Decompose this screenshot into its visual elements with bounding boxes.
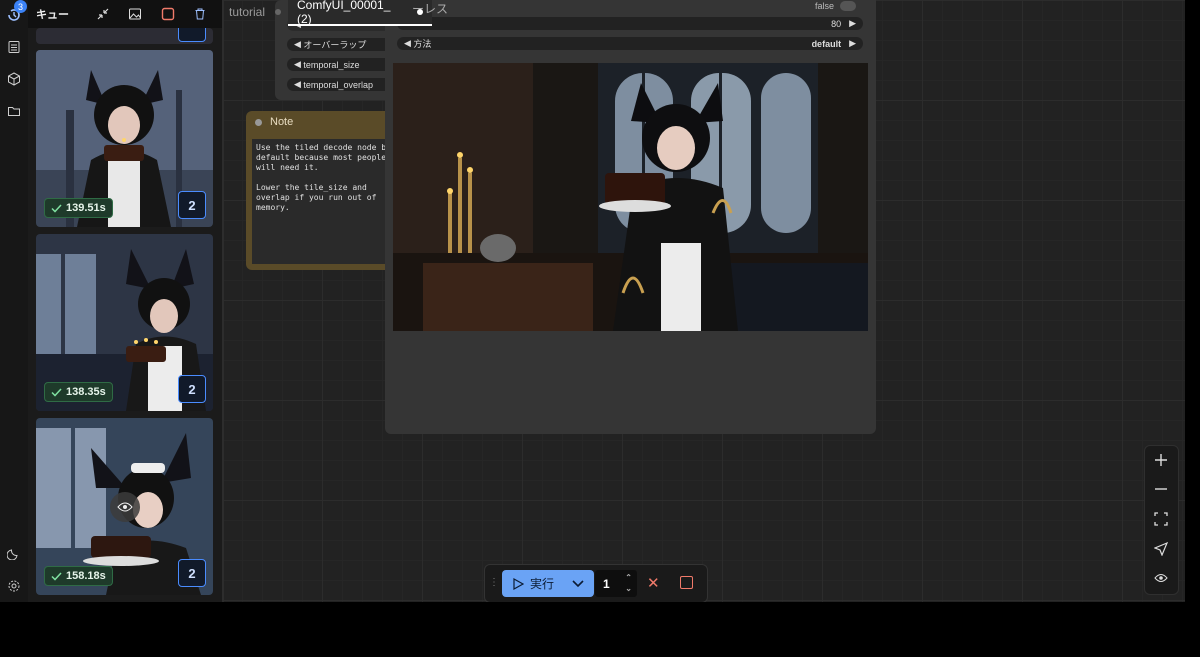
queue-title: キュー: [36, 9, 69, 21]
workflow-tabs: tutorial ComfyUI_00001_ (2): [222, 0, 432, 26]
tab-label: ComfyUI_00001_ (2): [297, 0, 391, 26]
method-label: 方法: [413, 39, 432, 49]
preview-image[interactable]: [393, 63, 868, 331]
tab-tutorial[interactable]: tutorial: [229, 0, 282, 24]
elapsed-time-badge: 138.35s: [44, 382, 113, 402]
elapsed-time-badge: 139.51s: [44, 198, 113, 218]
canvas-controls: [1144, 445, 1179, 595]
gear-icon[interactable]: [5, 577, 23, 595]
trash-icon[interactable]: [190, 3, 211, 25]
queue-count-badge: 3: [14, 0, 27, 13]
batch-count-badge[interactable]: 2: [178, 375, 206, 403]
note-node[interactable]: Note Use the tiled decode node by defaul…: [246, 111, 398, 270]
temporal-size-widget[interactable]: ◀ temporal_size: [287, 58, 397, 71]
increment-arrow-icon[interactable]: ▶: [849, 18, 856, 29]
fit-view-icon[interactable]: [1151, 509, 1171, 529]
eye-icon[interactable]: [1151, 568, 1171, 588]
temporal-overlap-widget[interactable]: ◀ temporal_overlap: [287, 78, 397, 91]
check-icon: [51, 203, 62, 213]
queue-item[interactable]: 138.35s 2: [36, 234, 213, 411]
batch-count-badge[interactable]: 2: [178, 191, 206, 219]
cube-icon[interactable]: [5, 70, 23, 88]
stepper-arrows-icon[interactable]: ⌃ ⌄: [625, 572, 632, 594]
check-icon: [51, 387, 62, 397]
stop-square-icon[interactable]: [680, 576, 693, 589]
app-window: 3 キュー 139.51s 2 138.35s 2 158.18s 2 ◀ オー…: [0, 0, 1185, 602]
folder-icon[interactable]: [5, 102, 23, 120]
toggle-switch[interactable]: [840, 0, 856, 11]
decrement-arrow-icon[interactable]: ◀: [404, 38, 413, 49]
preview-image-node[interactable]: false 80 ▶ ◀ 方法 default ▶: [385, 0, 876, 434]
elapsed-time-badge: 158.18s: [44, 566, 113, 586]
drag-handle-icon[interactable]: ⋮: [489, 577, 499, 588]
note-title: Note: [270, 116, 294, 128]
queue-header: キュー: [28, 0, 222, 28]
queue-item[interactable]: 139.51s 2: [36, 50, 213, 227]
number-value: 80: [831, 18, 842, 29]
queue-item-count: [178, 28, 206, 42]
toggle-value: false: [814, 0, 834, 11]
toggle-widget[interactable]: false: [397, 0, 863, 12]
moon-icon[interactable]: [5, 544, 23, 562]
node-title-partial: ーレス: [412, 2, 449, 16]
widget-label: オーバーラップ: [303, 40, 367, 50]
run-label: 実行: [530, 577, 555, 591]
widget-label: temporal_overlap: [303, 79, 373, 90]
elapsed-time: 139.51s: [66, 202, 106, 214]
overlap-widget[interactable]: ◀ オーバーラップ: [287, 38, 397, 51]
note-text[interactable]: Use the tiled decode node by default bec…: [252, 139, 398, 264]
tab-label: tutorial: [229, 5, 266, 19]
elapsed-time: 158.18s: [66, 570, 106, 582]
sidebar-rail: 3: [0, 0, 29, 602]
check-icon: [51, 571, 62, 581]
tab-comfyui-00001[interactable]: ComfyUI_00001_ (2): [288, 0, 432, 26]
number-widget[interactable]: 80 ▶: [397, 17, 863, 30]
unsaved-dot-icon: [275, 9, 282, 15]
elapsed-time: 138.35s: [66, 386, 106, 398]
increment-arrow-icon[interactable]: ▶: [849, 38, 856, 49]
queue-item-partial[interactable]: [36, 28, 213, 44]
collapse-dot-icon[interactable]: [255, 118, 262, 126]
navigate-icon[interactable]: [1151, 539, 1171, 559]
play-icon: [513, 577, 524, 590]
close-icon[interactable]: ✕: [647, 574, 660, 592]
queue-item[interactable]: 158.18s 2: [36, 418, 213, 595]
batch-count-input[interactable]: 1 ⌃ ⌄: [595, 570, 637, 597]
run-toolbar: ⋮ 実行 1 ⌃ ⌄ ✕: [484, 564, 708, 602]
collapse-icon[interactable]: [92, 3, 113, 25]
chevron-down-icon[interactable]: [572, 579, 584, 588]
note-header: Note: [246, 111, 396, 133]
list-icon[interactable]: [5, 38, 23, 56]
image-icon[interactable]: [125, 3, 146, 25]
queue-panel: キュー 139.51s 2 138.35s 2 158.18s 2: [28, 0, 224, 602]
method-select[interactable]: ◀ 方法 default ▶: [397, 37, 863, 50]
eye-icon[interactable]: [110, 492, 140, 522]
plus-icon[interactable]: [1151, 450, 1171, 470]
batch-count-value: 1: [603, 576, 610, 591]
widget-label: temporal_size: [303, 59, 360, 70]
stop-square-icon[interactable]: [157, 3, 178, 25]
method-value: default: [811, 38, 842, 49]
minus-icon[interactable]: [1151, 479, 1171, 499]
run-button[interactable]: 実行: [502, 570, 594, 597]
batch-count-badge[interactable]: 2: [178, 559, 206, 587]
